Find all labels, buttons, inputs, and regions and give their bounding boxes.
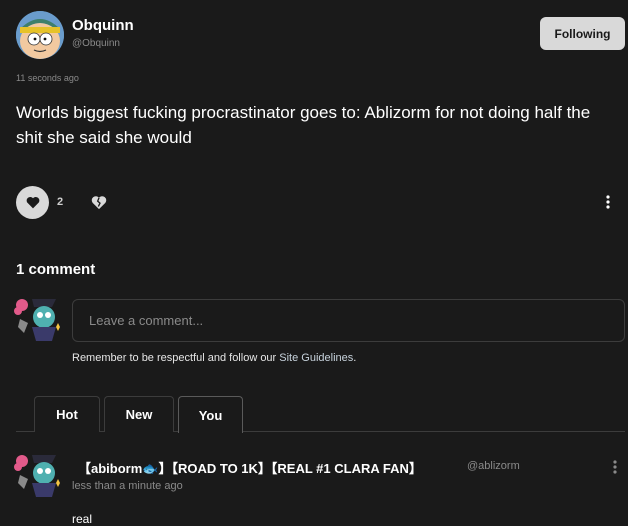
dislike-button[interactable] bbox=[88, 191, 110, 213]
comment-author-avatar[interactable] bbox=[12, 449, 64, 501]
comment-body: real bbox=[72, 512, 93, 526]
tab-you[interactable]: You bbox=[178, 396, 243, 433]
comment-author-handle: @ablizorm bbox=[467, 460, 520, 472]
guidelines-period: . bbox=[353, 352, 357, 364]
current-user-avatar bbox=[12, 293, 64, 345]
author-avatar[interactable] bbox=[16, 11, 64, 59]
comment-options-button[interactable] bbox=[606, 458, 624, 476]
post-timestamp: 11 seconds ago bbox=[16, 73, 79, 83]
comments-count: 1 comment bbox=[16, 261, 96, 278]
following-button[interactable]: Following bbox=[540, 17, 625, 50]
site-guidelines-link[interactable]: Site Guidelines bbox=[279, 352, 353, 364]
comment-timestamp: less than a minute ago bbox=[72, 480, 183, 492]
post-body: Worlds biggest fucking procrastinator go… bbox=[16, 103, 591, 147]
guidelines-text: Remember to be respectful and follow our bbox=[72, 352, 280, 364]
author-name[interactable]: Obquinn bbox=[72, 17, 134, 34]
author-handle: @Obquinn bbox=[72, 38, 120, 49]
like-count: 2 bbox=[57, 196, 64, 208]
heart-icon bbox=[26, 196, 39, 209]
guidelines-notice: Remember to be respectful and follow our… bbox=[72, 352, 356, 364]
kebab-menu-icon bbox=[613, 460, 617, 474]
tab-hot[interactable]: Hot bbox=[34, 396, 100, 432]
post-options-button[interactable] bbox=[598, 192, 618, 212]
like-button[interactable] bbox=[16, 186, 49, 219]
kebab-menu-icon bbox=[606, 195, 610, 209]
comment-author-name[interactable]: 【abiborm🐟】【ROAD TO 1K】【REAL #1 CLARA FAN… bbox=[78, 458, 422, 477]
comment-input[interactable] bbox=[72, 299, 625, 342]
tab-new[interactable]: New bbox=[104, 396, 174, 432]
broken-heart-icon bbox=[91, 195, 107, 209]
